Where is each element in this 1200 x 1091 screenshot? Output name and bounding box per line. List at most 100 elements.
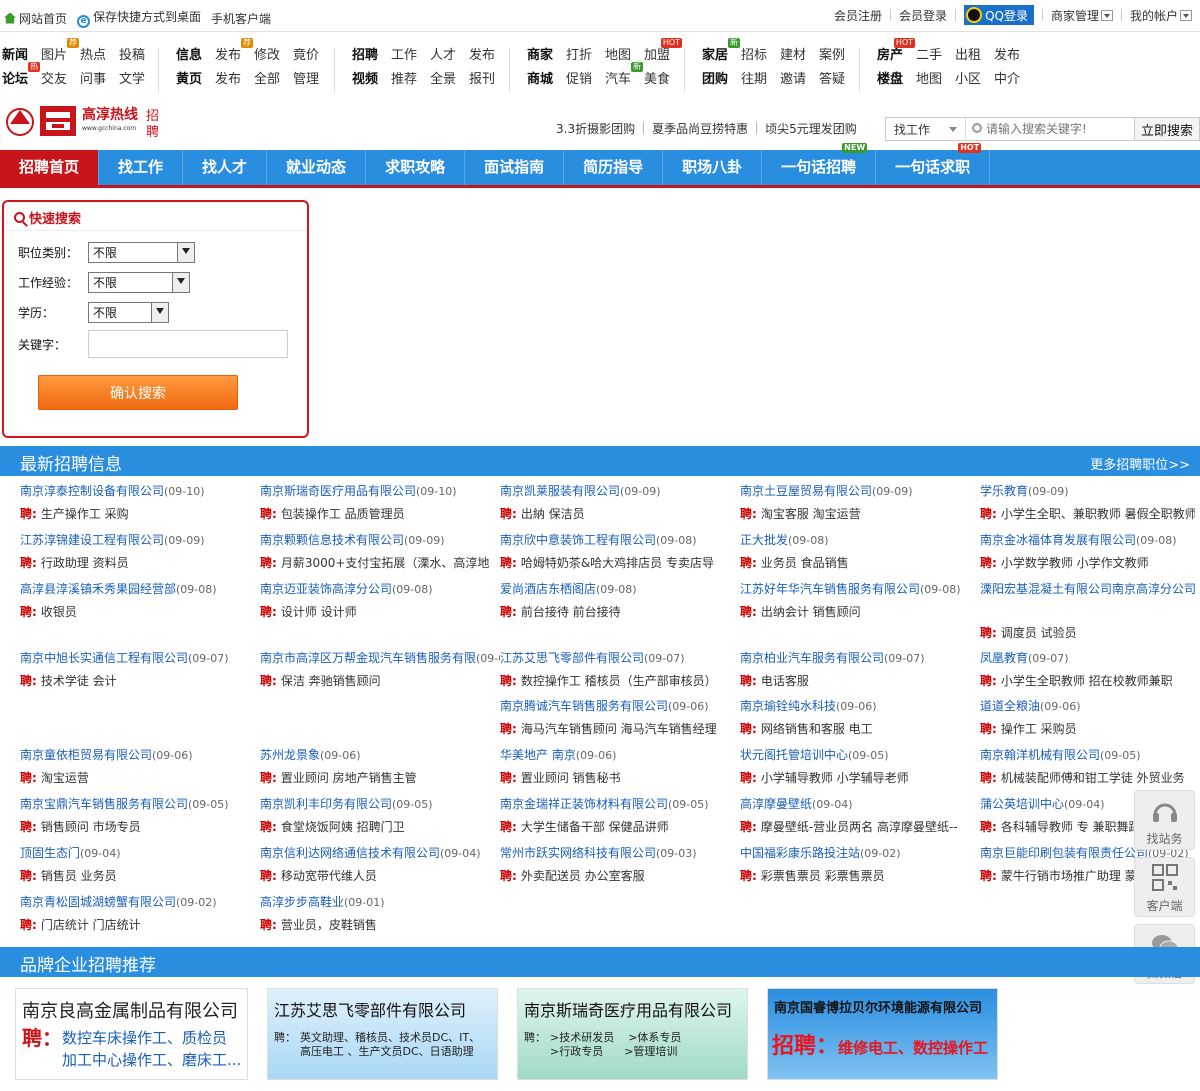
account-menu[interactable]: 我的帐户 xyxy=(1130,7,1192,24)
nav-link[interactable]: 工作 xyxy=(391,44,417,68)
company-link[interactable]: 南京凯莱服装有限公司 xyxy=(500,484,620,498)
more-jobs-link[interactable]: 更多招聘职位>> xyxy=(1090,454,1190,473)
position-link[interactable]: 蒙牛行销市场推广助理 蒙 xyxy=(1001,869,1137,883)
company-link[interactable]: 道道全粮油 xyxy=(980,699,1040,713)
position-link[interactable]: 置业顾问 房地产销售主管 xyxy=(281,771,417,785)
position-link[interactable]: 小学生全职教师 招在校教师兼职 xyxy=(1001,674,1173,688)
nav-link[interactable]: 投稿 xyxy=(119,44,145,68)
nav-link[interactable]: 图片荐 xyxy=(41,38,80,68)
position-link[interactable]: 门店统计 门店统计 xyxy=(41,918,141,932)
main-nav-item[interactable]: 招聘首页 xyxy=(0,150,100,185)
brand-card[interactable]: 南京国睿博拉贝尔环境能源有限公司 招聘：维修电工、数控操作工 xyxy=(767,988,998,1080)
position-link[interactable]: 机械装配师傅和钳工学徒 外贸业务 xyxy=(1001,771,1185,785)
company-link[interactable]: 南京翰洋机械有限公司 xyxy=(980,748,1100,762)
nav-link[interactable]: 案例 xyxy=(819,44,845,68)
education-select[interactable]: 不限 xyxy=(88,302,169,323)
nav-link[interactable]: 论坛热 xyxy=(2,62,41,92)
nav-link[interactable]: 人才 xyxy=(430,44,456,68)
position-link[interactable]: 移动宽带代维人员 xyxy=(281,869,377,883)
main-nav-item[interactable]: 求职攻略 xyxy=(366,150,466,185)
login-link[interactable]: 会员登录 xyxy=(899,7,947,24)
main-nav-item[interactable]: 面试指南 xyxy=(465,150,565,185)
company-link[interactable]: 南京巨能印刷包装有限责任公司 xyxy=(980,846,1148,860)
brand-card[interactable]: 南京斯瑞奇医疗用品有限公司 聘： >技术研发员 >体系专员 >行政专员 >管理培训 xyxy=(517,988,748,1080)
company-link[interactable]: 南京斯瑞奇医疗用品有限公司 xyxy=(260,484,416,498)
position-link[interactable]: 外卖配送员 办公室客服 xyxy=(521,869,645,883)
main-nav-item[interactable]: 找人才 xyxy=(183,150,268,185)
position-link[interactable]: 收银员 xyxy=(41,605,77,619)
position-link[interactable]: 淘宝客服 淘宝运营 xyxy=(761,507,861,521)
nav-link[interactable]: 视频 xyxy=(352,68,378,92)
company-link[interactable]: 顶固生态门 xyxy=(20,846,80,860)
nav-link[interactable]: 打折 xyxy=(566,44,592,68)
nav-link[interactable]: 招标 xyxy=(741,44,767,68)
company-link[interactable]: 南京迈亚装饰高淳分公司 xyxy=(260,582,392,596)
brand-card[interactable]: 南京良高金属制品有限公司 聘： 数控车床操作工、质检员 加工中心操作工、磨床工..… xyxy=(15,988,248,1080)
nav-link[interactable]: 答疑 xyxy=(819,68,845,92)
company-link[interactable]: 南京金冰福体育发展有限公司 xyxy=(980,533,1136,547)
main-nav-item[interactable]: 一句话招聘 NEW xyxy=(762,143,877,185)
nav-link[interactable]: 发布 xyxy=(994,44,1020,68)
nav-link[interactable]: 美食 xyxy=(644,68,670,92)
nav-link[interactable]: 发布荐 xyxy=(215,38,254,68)
company-link[interactable]: 南京宝鼎汽车销售服务有限公司 xyxy=(20,797,188,811)
promo-link[interactable]: 夏季品尚豆捞特惠 xyxy=(652,120,748,137)
nav-link[interactable]: 往期 xyxy=(741,68,767,92)
nav-link[interactable]: 热点 xyxy=(80,44,106,68)
nav-link[interactable]: 发布 xyxy=(469,44,495,68)
nav-link[interactable]: 新闻 xyxy=(2,44,28,68)
position-link[interactable]: 生产操作工 采购 xyxy=(41,507,129,521)
main-nav-item[interactable]: 简历指导 xyxy=(564,150,664,185)
position-link[interactable]: 操作工 采购员 xyxy=(1001,722,1077,736)
nav-link[interactable]: 房产 HOT xyxy=(877,38,916,68)
nav-link[interactable]: 招聘 xyxy=(352,44,378,68)
nav-link[interactable]: 邀请 xyxy=(780,68,806,92)
position-link[interactable]: 销售顾问 市场专员 xyxy=(41,820,141,834)
company-link[interactable]: 南京瑜铨纯水科技 xyxy=(740,699,836,713)
company-link[interactable]: 南京青松固城湖螃蟹有限公司 xyxy=(20,895,176,909)
position-link[interactable]: 出纳会计 销售顾问 xyxy=(761,605,861,619)
position-link[interactable]: 数控操作工 稽核员（生产部审核员） xyxy=(521,674,717,688)
nav-link[interactable]: 地图 xyxy=(916,68,942,92)
nav-link[interactable]: 地图 xyxy=(605,44,631,68)
position-link[interactable]: 小学数学教师 小学作文教师 xyxy=(1001,556,1149,570)
position-link[interactable]: 海马汽车销售顾问 海马汽车销售经理 xyxy=(521,722,717,736)
company-link[interactable]: 江苏好年华汽车销售服务有限公司 xyxy=(740,582,920,596)
company-link[interactable]: 蒲公英培训中心 xyxy=(980,797,1064,811)
brand-card[interactable]: 江苏艾思飞零部件有限公司 聘： 英文助理、稽核员、技术员DC、IT、 高压电工 、… xyxy=(267,988,498,1080)
position-link[interactable]: 技术学徒 会计 xyxy=(41,674,117,688)
nav-link[interactable]: 二手 xyxy=(916,44,942,68)
merchant-menu[interactable]: 商家管理 xyxy=(1051,7,1113,24)
company-link[interactable]: 南京腾诚汽车销售服务有限公司 xyxy=(500,699,668,713)
confirm-search-button[interactable]: 确认搜索 xyxy=(38,375,238,410)
keyword-input[interactable] xyxy=(88,330,288,358)
company-link[interactable]: 南京中旭长实通信工程有限公司 xyxy=(20,651,188,665)
nav-link[interactable]: 楼盘 xyxy=(877,68,903,92)
nav-link[interactable]: 发布 xyxy=(215,68,241,92)
position-link[interactable]: 网络销售和客服 电工 xyxy=(761,722,873,736)
position-link[interactable]: 包装操作工 品质管理员 xyxy=(281,507,405,521)
position-link[interactable]: 业务员 食品销售 xyxy=(761,556,849,570)
support-float-button[interactable]: 找站务 xyxy=(1134,790,1195,850)
nav-link[interactable]: 推荐 xyxy=(391,68,417,92)
company-link[interactable]: 华美地产 南京 xyxy=(500,748,576,762)
position-link[interactable]: 设计师 设计师 xyxy=(281,605,357,619)
position-link[interactable]: 电话客服 xyxy=(761,674,809,688)
position-link[interactable]: 哈姆特奶茶&哈大鸡排店员 专卖店导 xyxy=(521,556,714,570)
nav-link[interactable]: 小区 xyxy=(955,68,981,92)
search-type-select[interactable]: 找工作 xyxy=(886,118,966,140)
company-link[interactable]: 南京金瑞祥正装饰材料有限公司 xyxy=(500,797,668,811)
company-link[interactable]: 南京柏业汽车服务有限公司 xyxy=(740,651,884,665)
mobile-client-link[interactable]: 手机客户端 xyxy=(211,10,271,27)
search-input[interactable] xyxy=(966,118,1134,140)
nav-link[interactable]: 家居新 xyxy=(702,38,741,68)
main-nav-item[interactable]: 职场八卦 xyxy=(663,150,763,185)
main-nav-item[interactable]: 一句话求职 HOT xyxy=(876,143,991,185)
company-link[interactable]: 南京市高淳区万帮金现汽车销售服务有限 xyxy=(260,651,476,665)
company-link[interactable]: 南京凯利丰印务有限公司 xyxy=(260,797,392,811)
nav-link[interactable]: 促销 xyxy=(566,68,592,92)
position-link[interactable]: 月薪3000+支付宝拓展（溧水、高淳地 xyxy=(281,556,490,570)
position-link[interactable]: 前台接待 前台接待 xyxy=(521,605,621,619)
nav-link[interactable]: 汽车新 xyxy=(605,62,644,92)
nav-link[interactable]: 加盟 HOT xyxy=(644,38,683,68)
